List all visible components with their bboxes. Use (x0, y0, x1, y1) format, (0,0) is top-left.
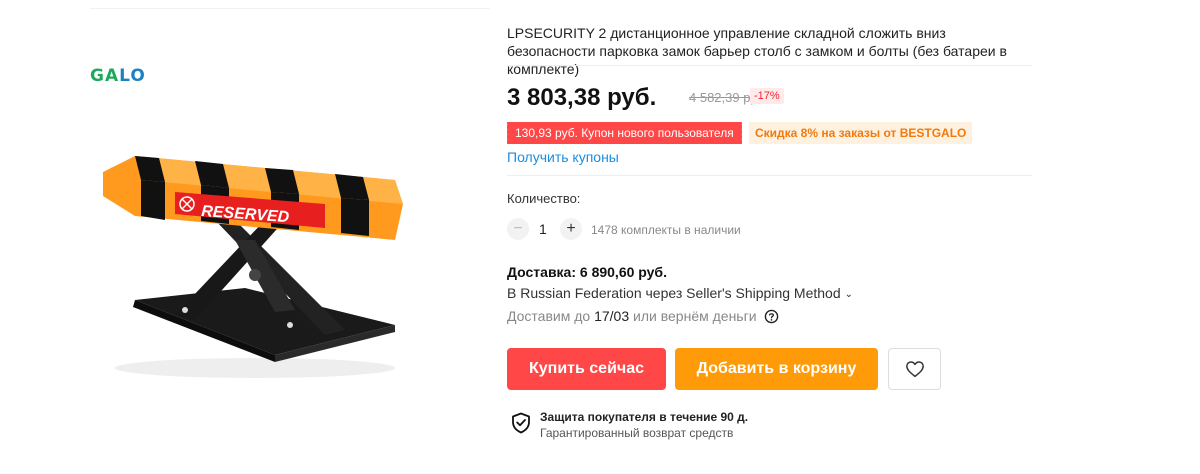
shipping-method-text: В Russian Federation через Seller's Ship… (507, 285, 841, 301)
product-title: LPSECURITY 2 дистанционное управление ск… (507, 25, 1007, 77)
quantity-value[interactable]: 1 (539, 221, 547, 237)
buyer-protection-title: Защита покупателя в течение 90 д. (540, 410, 749, 424)
buy-now-button[interactable]: Купить сейчас (507, 348, 666, 390)
new-user-coupon[interactable]: 130,93 руб. Купон нового пользователя (505, 122, 742, 144)
divider (507, 65, 1032, 66)
discount-badge: -17% (750, 88, 784, 104)
heart-icon (905, 361, 924, 378)
current-price: 3 803,38 руб. (507, 84, 657, 111)
divider (507, 175, 1032, 176)
quantity-label: Количество: (507, 191, 581, 206)
product-gallery[interactable]: GALO RESERVED (70, 40, 490, 460)
product-image[interactable]: RESERVED (95, 140, 415, 390)
get-coupons-link[interactable]: Получить купоны (507, 149, 619, 165)
delivery-cost: Доставка: 6 890,60 руб. (507, 264, 667, 280)
top-divider (90, 8, 490, 9)
chevron-down-icon: ⌄ (844, 289, 853, 300)
shield-check-icon (512, 412, 530, 434)
brand-logo: GALO (90, 66, 146, 86)
store-discount-badge[interactable]: Скидка 8% на заказы от BESTGALO (749, 122, 973, 144)
quantity-decrease-button[interactable]: − (507, 218, 529, 240)
brand-logo-text: GALO (90, 66, 146, 86)
question-circle-icon[interactable] (764, 309, 779, 324)
add-to-cart-button[interactable]: Добавить в корзину (675, 348, 878, 390)
delivery-date: 17/03 (594, 308, 630, 324)
shipping-method-selector[interactable]: В Russian Federation через Seller's Ship… (507, 285, 853, 301)
stock-count: 1478 комплекты в наличии (591, 223, 741, 237)
delivery-date-suffix: или вернём деньги (629, 308, 757, 324)
quantity-increase-button[interactable]: + (560, 218, 582, 240)
delivery-date-line: Доставим до 17/03 или вернём деньги (507, 308, 779, 324)
delivery-date-prefix: Доставим до (507, 308, 595, 324)
buyer-protection-subtitle: Гарантированный возврат средств (540, 426, 734, 440)
wishlist-button[interactable] (888, 348, 941, 390)
